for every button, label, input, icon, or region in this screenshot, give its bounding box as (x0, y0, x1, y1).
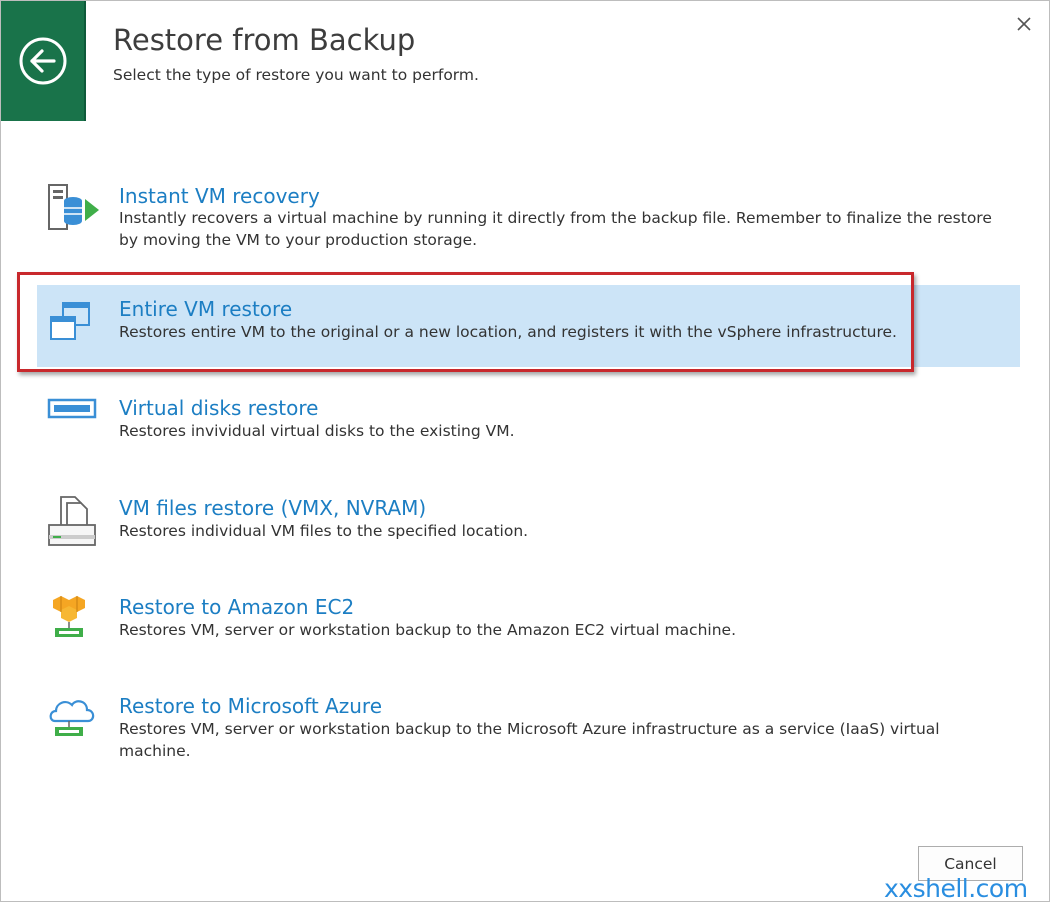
option-title: Restore to Amazon EC2 (119, 595, 355, 619)
option-title: Restore to Microsoft Azure (119, 694, 382, 718)
option-entire-vm-restore[interactable]: Entire VM restore Restores entire VM to … (37, 285, 1020, 367)
option-virtual-disks-restore[interactable]: Virtual disks restore Restores invividua… (37, 391, 1020, 451)
back-button[interactable] (1, 1, 86, 121)
instant-recovery-icon (45, 181, 101, 237)
option-restore-microsoft-azure[interactable]: Restore to Microsoft Azure Restores VM, … (37, 689, 1020, 760)
option-title: Entire VM restore (119, 297, 293, 321)
option-title: Instant VM recovery (119, 184, 320, 208)
option-description: Restores VM, server or workstation backu… (119, 621, 736, 639)
amazon-ec2-icon (45, 594, 101, 650)
close-button[interactable] (1012, 12, 1036, 36)
option-description: Restores individual VM files to the spec… (119, 522, 529, 540)
dialog-title: Restore from Backup (113, 23, 416, 57)
option-vm-files-restore[interactable]: VM files restore (VMX, NVRAM) Restores i… (37, 491, 1020, 551)
option-description: Restores VM, server or workstation backu… (119, 720, 940, 760)
restore-dialog: Restore from Backup Select the type of r… (0, 0, 1050, 902)
dialog-subtitle: Select the type of restore you want to p… (113, 66, 479, 84)
azure-cloud-icon (45, 693, 101, 749)
option-restore-amazon-ec2[interactable]: Restore to Amazon EC2 Restores VM, serve… (37, 590, 1020, 650)
watermark: xxshell.com (884, 874, 1028, 903)
option-instant-vm-recovery[interactable]: Instant VM recovery Instantly recovers a… (37, 177, 1020, 255)
close-icon (1017, 17, 1031, 31)
vm-files-icon (45, 493, 101, 549)
option-description: Restores entire VM to the original or a … (119, 323, 897, 341)
virtual-disk-icon (45, 391, 101, 447)
option-description: Instantly recovers a virtual machine by … (119, 209, 992, 249)
option-title: Virtual disks restore (119, 396, 319, 420)
option-title: VM files restore (VMX, NVRAM) (119, 496, 427, 520)
entire-vm-icon (45, 297, 101, 353)
option-description: Restores invividual virtual disks to the… (119, 422, 515, 440)
back-arrow-icon (19, 37, 66, 85)
